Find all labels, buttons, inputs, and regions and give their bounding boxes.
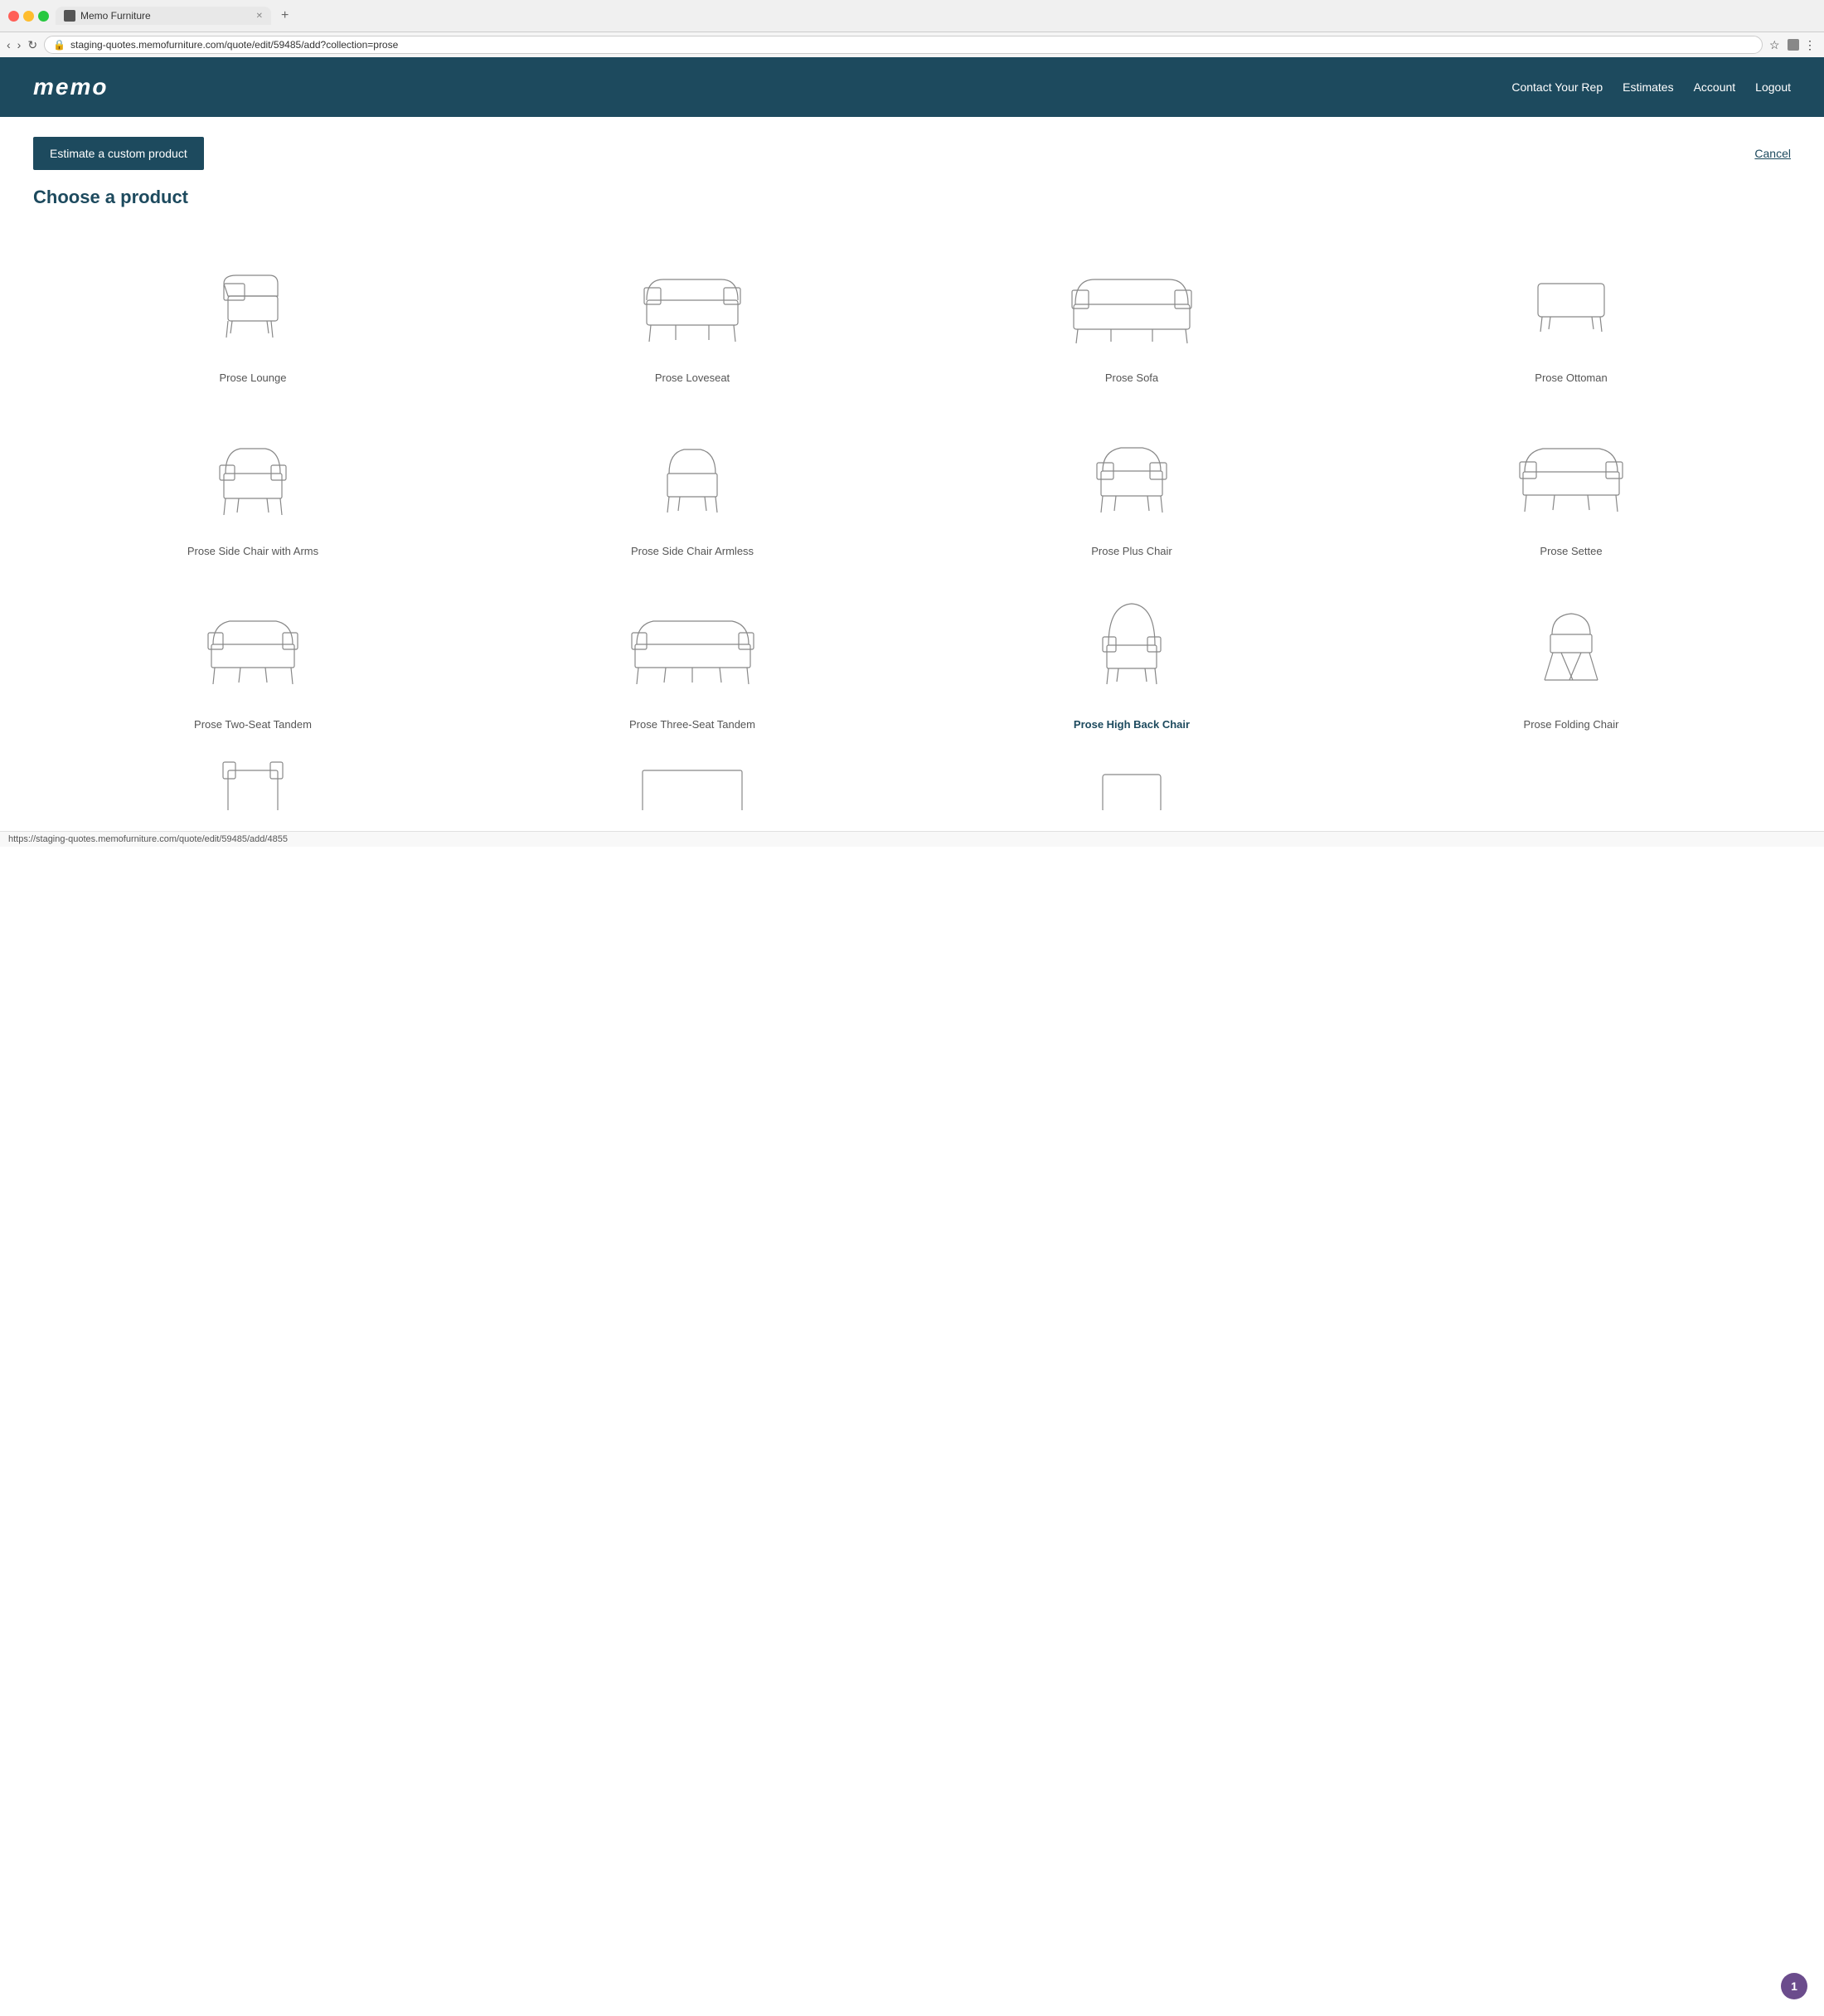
product-card-prose-folding[interactable]: Prose Folding Chair: [1351, 571, 1791, 745]
tab-title: Memo Furniture: [80, 10, 251, 22]
browser-chrome: Memo Furniture ✕ +: [0, 0, 1824, 32]
product-image-extra2: [487, 762, 898, 811]
product-card-prose-settee[interactable]: Prose Settee: [1351, 398, 1791, 571]
nav-contact-rep[interactable]: Contact Your Rep: [1511, 80, 1603, 94]
maximize-button[interactable]: [38, 11, 49, 22]
product-card-prose-lounge[interactable]: Prose Lounge: [33, 225, 473, 398]
back-button[interactable]: ‹: [7, 38, 11, 51]
product-card-prose-plus-chair[interactable]: Prose Plus Chair: [912, 398, 1351, 571]
product-image-prose-side-armless: [487, 415, 898, 532]
product-name-prose-sofa: Prose Sofa: [1105, 372, 1158, 384]
toolbar-icons: ☆ ⋮: [1769, 38, 1817, 51]
product-image-prose-sofa: [926, 242, 1337, 358]
product-image-extra1: [47, 762, 458, 811]
minimize-button[interactable]: [23, 11, 34, 22]
product-card-prose-high-back[interactable]: Prose High Back Chair: [912, 571, 1351, 745]
status-bar: https://staging-quotes.memofurniture.com…: [0, 831, 1824, 847]
product-image-prose-two-seat: [47, 589, 458, 705]
bookmark-icon[interactable]: ☆: [1769, 38, 1783, 51]
product-image-prose-plus-chair: [926, 415, 1337, 532]
tab[interactable]: Memo Furniture ✕: [56, 7, 271, 25]
forward-button[interactable]: ›: [17, 38, 22, 51]
url-text: staging-quotes.memofurniture.com/quote/e…: [70, 39, 1754, 51]
nav-logout[interactable]: Logout: [1755, 80, 1791, 94]
product-card-prose-loveseat[interactable]: Prose Loveseat: [473, 225, 912, 398]
product-name-prose-loveseat: Prose Loveseat: [655, 372, 730, 384]
product-card-extra2[interactable]: [473, 745, 912, 811]
product-image-prose-folding: [1366, 589, 1777, 705]
product-image-prose-settee: [1366, 415, 1777, 532]
cart-badge[interactable]: 1: [1781, 1973, 1807, 1999]
product-image-extra4: [1366, 762, 1777, 787]
product-name-prose-side-armless: Prose Side Chair Armless: [631, 545, 754, 557]
product-card-prose-side-armless[interactable]: Prose Side Chair Armless: [473, 398, 912, 571]
status-url: https://staging-quotes.memofurniture.com…: [8, 834, 288, 844]
traffic-lights: [8, 11, 49, 22]
page-content: Estimate a custom product Cancel Choose …: [0, 117, 1824, 831]
header-nav: Contact Your Rep Estimates Account Logou…: [1511, 80, 1791, 94]
product-card-extra4[interactable]: [1351, 745, 1791, 811]
product-image-prose-three-seat: [487, 589, 898, 705]
product-card-extra3[interactable]: [912, 745, 1351, 811]
product-name-prose-lounge: Prose Lounge: [220, 372, 287, 384]
product-name-prose-three-seat: Prose Three-Seat Tandem: [629, 718, 755, 731]
lock-icon: 🔒: [53, 39, 65, 51]
tab-close-icon[interactable]: ✕: [256, 12, 263, 21]
page-title: Choose a product: [33, 187, 1791, 208]
product-image-prose-ottoman: [1366, 242, 1777, 358]
top-actions: Estimate a custom product Cancel: [33, 137, 1791, 170]
app-header: memo Contact Your Rep Estimates Account …: [0, 57, 1824, 117]
product-name-prose-settee: Prose Settee: [1540, 545, 1602, 557]
product-image-prose-loveseat: [487, 242, 898, 358]
product-image-prose-side-arms: [47, 415, 458, 532]
product-card-prose-two-seat[interactable]: Prose Two-Seat Tandem: [33, 571, 473, 745]
product-image-prose-lounge: [47, 242, 458, 358]
estimate-custom-button[interactable]: Estimate a custom product: [33, 137, 204, 170]
extensions-icon[interactable]: [1788, 39, 1799, 51]
menu-icon[interactable]: ⋮: [1804, 38, 1817, 51]
product-name-prose-folding: Prose Folding Chair: [1524, 718, 1619, 731]
cancel-link[interactable]: Cancel: [1754, 147, 1791, 160]
product-card-prose-side-arms[interactable]: Prose Side Chair with Arms: [33, 398, 473, 571]
address-bar[interactable]: 🔒 staging-quotes.memofurniture.com/quote…: [44, 36, 1763, 54]
tab-favicon: [64, 10, 75, 22]
app-logo: memo: [33, 74, 108, 100]
product-name-prose-ottoman: Prose Ottoman: [1535, 372, 1607, 384]
product-image-prose-high-back: [926, 589, 1337, 705]
product-card-extra1[interactable]: [33, 745, 473, 811]
product-card-prose-three-seat[interactable]: Prose Three-Seat Tandem: [473, 571, 912, 745]
product-name-prose-plus-chair: Prose Plus Chair: [1091, 545, 1172, 557]
nav-account[interactable]: Account: [1694, 80, 1736, 94]
refresh-button[interactable]: ↻: [27, 38, 37, 52]
product-card-prose-ottoman[interactable]: Prose Ottoman: [1351, 225, 1791, 398]
product-name-prose-side-arms: Prose Side Chair with Arms: [187, 545, 318, 557]
nav-estimates[interactable]: Estimates: [1623, 80, 1673, 94]
product-name-prose-high-back: Prose High Back Chair: [1074, 718, 1190, 731]
address-bar-row: ‹ › ↻ 🔒 staging-quotes.memofurniture.com…: [0, 32, 1824, 57]
product-image-extra3: [926, 762, 1337, 811]
close-button[interactable]: [8, 11, 19, 22]
new-tab-button[interactable]: +: [281, 8, 289, 23]
product-name-prose-two-seat: Prose Two-Seat Tandem: [194, 718, 312, 731]
product-grid: Prose Lounge Prose Loveseat: [33, 225, 1791, 811]
product-card-prose-sofa[interactable]: Prose Sofa: [912, 225, 1351, 398]
